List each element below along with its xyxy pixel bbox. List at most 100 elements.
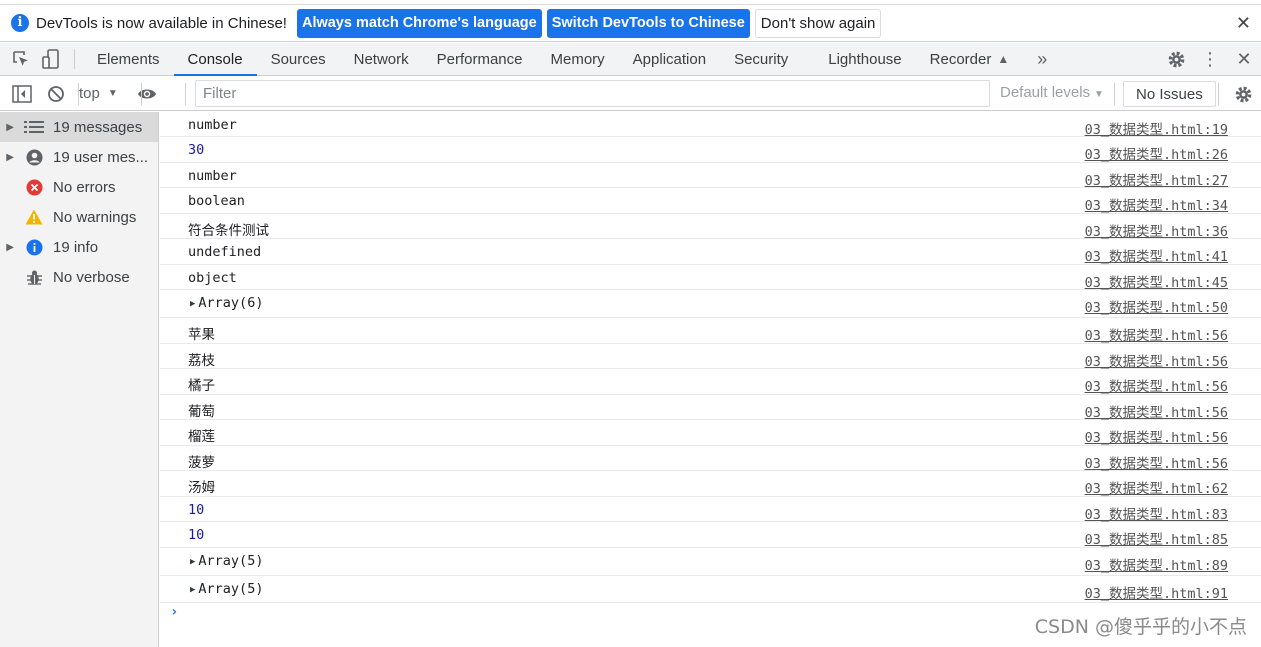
close-icon[interactable]: ✕ (1236, 13, 1251, 34)
tab-security[interactable]: Security (720, 43, 814, 75)
sidebar-item-errors[interactable]: ▶ No errors (0, 172, 158, 202)
log-message: 苹果 (188, 327, 215, 343)
flask-icon: ▲ (997, 52, 1010, 66)
console-prompt-icon[interactable]: › (170, 604, 178, 620)
chevron-down-icon: ▼ (107, 88, 118, 99)
tab-performance[interactable]: Performance (423, 43, 537, 75)
context-selector[interactable]: top ▼ (73, 85, 126, 102)
log-row: number 03_数据类型.html:27 (160, 163, 1261, 189)
sidebar-item-label: 19 info (53, 238, 99, 256)
device-toolbar-icon[interactable] (36, 43, 66, 75)
toolbar-divider (78, 83, 79, 105)
tab-network[interactable]: Network (340, 43, 423, 75)
log-source-link[interactable]: 03_数据类型.html:56 (1085, 375, 1228, 395)
tab-recorder[interactable]: Recorder ▲ (916, 43, 1024, 75)
dont-show-again-button[interactable]: Don't show again (754, 8, 882, 38)
log-source-link[interactable]: 03_数据类型.html:56 (1085, 452, 1228, 472)
infobar-message: DevTools is now available in Chinese! (36, 14, 287, 32)
tab-application[interactable]: Application (619, 43, 720, 75)
live-expression-eye-icon[interactable] (130, 77, 164, 111)
log-source-link[interactable]: 03_数据类型.html:34 (1085, 194, 1228, 214)
log-row: undefined 03_数据类型.html:41 (160, 239, 1261, 265)
sidebar-item-warnings[interactable]: ▶ No warnings (0, 202, 158, 232)
sidebar-item-user-messages[interactable]: ▶ 19 user mes... (0, 142, 158, 172)
log-message: 橘子 (188, 378, 215, 394)
sidebar-item-verbose[interactable]: ▶ No verbose (0, 262, 158, 292)
log-message: 符合条件测试 (188, 223, 269, 239)
log-message: Array(6) (198, 295, 264, 311)
log-source-link[interactable]: 03_数据类型.html:50 (1085, 296, 1228, 316)
log-source-link[interactable]: 03_数据类型.html:56 (1085, 324, 1228, 344)
settings-gear-icon[interactable] (1159, 50, 1193, 69)
log-row: object 03_数据类型.html:45 (160, 265, 1261, 291)
issues-button[interactable]: No Issues (1123, 81, 1216, 107)
sidebar-item-messages[interactable]: ▶ 19 messages (0, 112, 158, 142)
expand-triangle-icon: ▶ (190, 299, 196, 309)
sidebar-item-info[interactable]: ▶ 19 info (0, 232, 158, 262)
log-message: number (188, 117, 237, 133)
log-source-link[interactable]: 03_数据类型.html:62 (1085, 477, 1228, 497)
close-devtools-icon[interactable]: ✕ (1227, 49, 1261, 70)
log-message: 10 (188, 502, 205, 518)
tab-elements[interactable]: Elements (83, 43, 174, 75)
toolbar-divider (141, 83, 142, 105)
log-source-link[interactable]: 03_数据类型.html:26 (1085, 143, 1228, 163)
log-message: number (188, 168, 237, 184)
tab-memory[interactable]: Memory (537, 43, 619, 75)
log-source-link[interactable]: 03_数据类型.html:91 (1085, 582, 1228, 602)
list-icon (22, 118, 46, 136)
inspect-element-icon[interactable] (6, 43, 36, 75)
tabbar-divider (74, 49, 75, 69)
expand-triangle-icon: ▶ (190, 557, 196, 567)
log-source-link[interactable]: 03_数据类型.html:56 (1085, 426, 1228, 446)
info-icon: i (11, 14, 29, 32)
log-row: boolean 03_数据类型.html:34 (160, 188, 1261, 214)
always-match-language-button[interactable]: Always match Chrome's language (296, 8, 542, 38)
log-source-link[interactable]: 03_数据类型.html:45 (1085, 271, 1228, 291)
log-source-link[interactable]: 03_数据类型.html:41 (1085, 245, 1228, 265)
console-settings-gear-icon[interactable] (1234, 85, 1253, 108)
tab-recorder-label: Recorder (929, 50, 992, 68)
log-row: 符合条件测试 03_数据类型.html:36 (160, 214, 1261, 240)
expandable-object[interactable]: ▶ Array(6) (190, 295, 263, 311)
expandable-object[interactable]: ▶ Array(5) (190, 553, 263, 569)
log-levels-label: Default levels (1000, 84, 1091, 101)
toolbar-divider (1114, 83, 1115, 105)
expandable-object[interactable]: ▶ Array(5) (190, 581, 263, 597)
sidebar-item-label: 19 user mes... (53, 148, 149, 166)
log-source-link[interactable]: 03_数据类型.html:27 (1085, 169, 1228, 189)
log-row: 苹果 03_数据类型.html:56 (160, 318, 1261, 344)
sidebar-toggle-icon[interactable] (5, 77, 39, 111)
log-source-link[interactable]: 03_数据类型.html:89 (1085, 554, 1228, 574)
user-icon (22, 148, 46, 166)
chevron-down-icon: ▼ (1094, 89, 1104, 100)
log-message: object (188, 270, 237, 286)
log-message: undefined (188, 244, 262, 260)
log-source-link[interactable]: 03_数据类型.html:56 (1085, 401, 1228, 421)
log-levels-dropdown[interactable]: Default levels ▼ (1000, 84, 1104, 101)
log-source-link[interactable]: 03_数据类型.html:56 (1085, 350, 1228, 370)
tab-sources[interactable]: Sources (257, 43, 340, 75)
clear-console-icon[interactable] (39, 77, 73, 111)
log-row: 10 03_数据类型.html:83 (160, 497, 1261, 523)
tab-lighthouse[interactable]: Lighthouse (814, 43, 915, 75)
log-source-link[interactable]: 03_数据类型.html:83 (1085, 503, 1228, 523)
console-output: number 03_数据类型.html:19 30 03_数据类型.html:2… (160, 112, 1261, 647)
log-row: 30 03_数据类型.html:26 (160, 137, 1261, 163)
filter-input[interactable]: Filter (195, 80, 990, 107)
more-options-icon[interactable]: ⋮ (1193, 49, 1227, 70)
bug-icon (22, 268, 46, 286)
log-source-link[interactable]: 03_数据类型.html:36 (1085, 220, 1228, 240)
toolbar-divider (185, 83, 186, 105)
warning-icon (22, 208, 46, 226)
log-source-link[interactable]: 03_数据类型.html:85 (1085, 528, 1228, 548)
log-message: 汤姆 (188, 480, 215, 496)
tab-console[interactable]: Console (173, 43, 257, 76)
log-message: 10 (188, 527, 205, 543)
switch-to-chinese-button[interactable]: Switch DevTools to Chinese (546, 8, 750, 38)
log-source-link[interactable]: 03_数据类型.html:19 (1085, 118, 1228, 138)
log-message: Array(5) (198, 581, 264, 597)
expand-arrow-icon: ▶ (6, 121, 14, 133)
info-icon (22, 238, 46, 256)
more-tabs-icon[interactable]: » (1023, 43, 1061, 75)
